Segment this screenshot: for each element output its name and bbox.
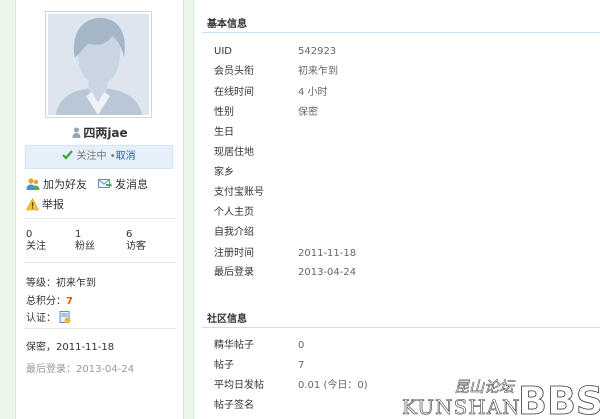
info-value: 0 (298, 340, 305, 351)
info-label: 最后登录 (214, 267, 254, 278)
unfollow-link[interactable]: 取消 (116, 151, 136, 162)
follow-status-text: 关注中 (76, 151, 107, 162)
username-text[interactable]: 四两jae (83, 126, 127, 140)
info-label: 帖子 (214, 360, 234, 371)
info-label: 注册时间 (214, 248, 254, 259)
stat-followers-count: 1 (75, 229, 82, 240)
section-divider (202, 32, 600, 33)
watermark-cn-text: 昆山论坛 (454, 378, 516, 396)
info-label: 个人主页 (214, 207, 254, 218)
watermark-en-text: KUNSHAN (402, 395, 521, 419)
info-label: 支付宝账号 (214, 187, 264, 198)
verification-badge-icon[interactable] (59, 311, 71, 324)
warning-icon (25, 198, 40, 211)
info-value: 保密 (298, 107, 318, 118)
stat-visitors-label: 访客 (126, 241, 146, 252)
info-label: 精华帖子 (214, 340, 254, 351)
avatar[interactable] (45, 11, 152, 118)
points-label: 总积分： (26, 296, 66, 307)
add-friend-label: 加为好友 (43, 178, 87, 191)
verify-label: 认证： (26, 313, 56, 324)
send-message-label: 发消息 (115, 178, 148, 191)
profile-sidebar: 四两jae 关注中 •取消 加为好友 发消息 举报 0 关注 1 粉丝 6 访客… (16, 0, 184, 419)
info-label: 会员头衔 (214, 66, 254, 77)
stat-followers[interactable]: 1 粉丝 (75, 229, 95, 253)
report-button[interactable]: 举报 (25, 196, 64, 212)
info-label: 平均日发帖 (214, 380, 264, 391)
stat-followers-label: 粉丝 (75, 241, 95, 252)
stat-following-label: 关注 (26, 241, 46, 252)
sidebar-divider (24, 262, 176, 263)
level-line: 等级：初来乍到 (26, 274, 96, 289)
info-label: 性别 (214, 107, 234, 118)
info-label: 在线时间 (214, 87, 254, 98)
info-value: 2013-04-24 (298, 267, 357, 278)
info-label: 现居住地 (214, 147, 254, 158)
watermark-bbs-text: BBS (518, 379, 600, 419)
stat-visitors-count: 6 (126, 229, 133, 240)
add-friend-icon (26, 178, 40, 190)
follow-status-bar: 关注中 •取消 (25, 145, 173, 169)
info-value: 4 小时 (298, 87, 328, 98)
column-gutter (184, 0, 194, 419)
stat-following-count: 0 (26, 229, 33, 240)
sidebar-divider (24, 218, 176, 219)
sidebar-divider (24, 328, 176, 329)
info-value: 7 (298, 360, 305, 371)
default-avatar-icon (48, 14, 149, 115)
stat-visitors[interactable]: 6 访客 (126, 229, 146, 253)
info-value: 542923 (298, 46, 337, 57)
gender-registration-line: 保密，2011-11-18 (26, 342, 115, 353)
message-icon (98, 179, 112, 188)
left-background-strip (0, 0, 16, 419)
info-value: 2011-11-18 (298, 248, 357, 259)
info-label: 自我介绍 (214, 227, 254, 238)
stat-following[interactable]: 0 关注 (26, 229, 46, 253)
username: 四两jae (16, 124, 184, 141)
add-friend-button[interactable]: 加为好友 (26, 176, 87, 192)
info-label: 家乡 (214, 167, 234, 178)
kunshan-bbs-watermark: 昆山论坛 KUNSHAN BBS (402, 378, 600, 419)
check-icon (62, 150, 74, 160)
section-divider (202, 327, 600, 328)
profile-main: 基本信息 UID 542923 会员头衔 初来乍到 在线时间 4 小时 性别 保… (195, 0, 600, 419)
level-label: 等级： (26, 278, 56, 289)
basic-info-title: 基本信息 (207, 19, 247, 30)
info-value: 初来乍到 (298, 66, 338, 77)
points-value: 7 (66, 296, 73, 307)
community-info-title: 社区信息 (207, 314, 247, 325)
info-label: UID (214, 46, 232, 57)
user-icon (72, 127, 81, 138)
info-label: 生日 (214, 127, 234, 138)
report-label: 举报 (42, 198, 64, 211)
level-value[interactable]: 初来乍到 (56, 278, 96, 289)
last-login-line: 最后登录：2013-04-24 (26, 364, 135, 375)
info-label: 帖子签名 (214, 400, 254, 411)
send-message-button[interactable]: 发消息 (98, 176, 148, 192)
verify-line: 认证： (26, 309, 71, 324)
points-line: 总积分：7 (26, 292, 73, 307)
